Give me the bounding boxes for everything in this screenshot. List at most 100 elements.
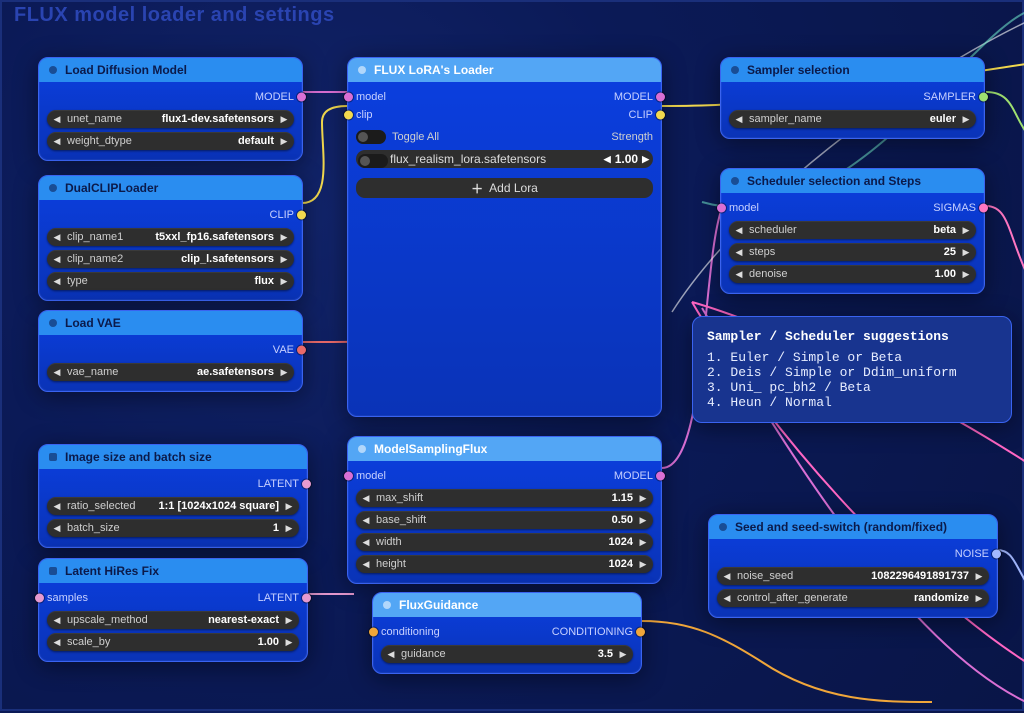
- field-denoise[interactable]: ◀ denoise 1.00 ▶: [729, 265, 976, 283]
- node-title[interactable]: Image size and batch size: [39, 445, 307, 469]
- collapse-icon[interactable]: [719, 523, 727, 531]
- input-clip-port[interactable]: [344, 111, 353, 120]
- chevron-right-icon[interactable]: ▶: [642, 154, 649, 165]
- node-title[interactable]: Scheduler selection and Steps: [721, 169, 984, 193]
- node-title[interactable]: Latent HiRes Fix: [39, 559, 307, 583]
- output-noise-port[interactable]: [992, 550, 1001, 559]
- node-title[interactable]: DualCLIPLoader: [39, 176, 302, 200]
- field-sampler-name[interactable]: ◀ sampler_name euler ▶: [729, 110, 976, 128]
- chevron-right-icon[interactable]: ▶: [635, 489, 651, 507]
- field-value[interactable]: flux: [90, 275, 276, 287]
- lora-item-strength-value[interactable]: 1.00: [615, 152, 638, 166]
- chevron-right-icon[interactable]: ▶: [635, 511, 651, 529]
- output-model-port[interactable]: [656, 93, 665, 102]
- chevron-left-icon[interactable]: ◀: [383, 645, 399, 663]
- collapse-icon[interactable]: [49, 66, 57, 74]
- chevron-left-icon[interactable]: ◀: [719, 589, 735, 607]
- node-note-sampler-suggestions[interactable]: Sampler / Scheduler suggestions 1. Euler…: [692, 316, 1012, 423]
- chevron-right-icon[interactable]: ▶: [635, 533, 651, 551]
- chevron-left-icon[interactable]: ◀: [49, 110, 65, 128]
- chevron-left-icon[interactable]: ◀: [49, 132, 65, 150]
- chevron-left-icon[interactable]: ◀: [731, 221, 747, 239]
- field-width[interactable]: ◀ width 1024 ▶: [356, 533, 653, 551]
- toggle-all[interactable]: [356, 130, 386, 144]
- field-value[interactable]: nearest-exact: [150, 614, 281, 626]
- chevron-right-icon[interactable]: ▶: [276, 250, 292, 268]
- chevron-right-icon[interactable]: ▶: [281, 611, 297, 629]
- output-conditioning-port[interactable]: [636, 628, 645, 637]
- field-noise-seed[interactable]: ◀ noise_seed 1082296491891737 ▶: [717, 567, 989, 585]
- output-latent-port[interactable]: [302, 480, 311, 489]
- collapse-icon[interactable]: [731, 177, 739, 185]
- collapse-icon[interactable]: [49, 184, 57, 192]
- chevron-left-icon[interactable]: ◀: [49, 519, 65, 537]
- chevron-right-icon[interactable]: ▶: [958, 221, 974, 239]
- node-dual-clip-loader[interactable]: DualCLIPLoader CLIP ◀ clip_name1 t5xxl_f…: [38, 175, 303, 301]
- field-value[interactable]: 25: [777, 246, 958, 258]
- lora-item[interactable]: flux_realism_lora.safetensors ◀ 1.00 ▶: [356, 150, 653, 168]
- field-value[interactable]: ae.safetensors: [120, 366, 276, 378]
- field-max-shift[interactable]: ◀ max_shift 1.15 ▶: [356, 489, 653, 507]
- node-title[interactable]: ModelSamplingFlux: [348, 437, 661, 461]
- field-base-shift[interactable]: ◀ base_shift 0.50 ▶: [356, 511, 653, 529]
- field-weight-dtype[interactable]: ◀ weight_dtype default ▶: [47, 132, 294, 150]
- chevron-left-icon[interactable]: ◀: [719, 567, 735, 585]
- chevron-left-icon[interactable]: ◀: [49, 250, 65, 268]
- output-model-port[interactable]: [297, 93, 306, 102]
- field-guidance[interactable]: ◀ guidance 3.5 ▶: [381, 645, 633, 663]
- output-clip-port[interactable]: [297, 211, 306, 220]
- output-model-port[interactable]: [656, 472, 665, 481]
- chevron-right-icon[interactable]: ▶: [281, 519, 297, 537]
- collapse-icon[interactable]: [49, 453, 57, 461]
- field-clip-name2[interactable]: ◀ clip_name2 clip_l.safetensors ▶: [47, 250, 294, 268]
- node-image-size[interactable]: Image size and batch size LATENT ◀ ratio…: [38, 444, 308, 548]
- field-value[interactable]: 3.5: [448, 648, 615, 660]
- collapse-icon[interactable]: [49, 319, 57, 327]
- output-vae-port[interactable]: [297, 346, 306, 355]
- field-value[interactable]: 1.00: [112, 636, 281, 648]
- chevron-left-icon[interactable]: ◀: [49, 363, 65, 381]
- field-value[interactable]: 1082296491891737: [795, 570, 971, 582]
- output-latent-port[interactable]: [302, 594, 311, 603]
- chevron-left-icon[interactable]: ◀: [49, 228, 65, 246]
- input-model-port[interactable]: [344, 93, 353, 102]
- input-conditioning-port[interactable]: [369, 628, 378, 637]
- field-value[interactable]: t5xxl_fp16.safetensors: [125, 231, 276, 243]
- chevron-left-icon[interactable]: ◀: [358, 533, 374, 551]
- chevron-left-icon[interactable]: ◀: [731, 243, 747, 261]
- chevron-right-icon[interactable]: ▶: [615, 645, 631, 663]
- node-title[interactable]: FLUX LoRA's Loader: [348, 58, 661, 82]
- lora-item-strength[interactable]: ◀ 1.00 ▶: [604, 152, 649, 166]
- collapse-icon[interactable]: [383, 601, 391, 609]
- chevron-right-icon[interactable]: ▶: [276, 110, 292, 128]
- field-value[interactable]: euler: [824, 113, 958, 125]
- node-title[interactable]: Seed and seed-switch (random/fixed): [709, 515, 997, 539]
- field-ratio-selected[interactable]: ◀ ratio_selected 1:1 [1024x1024 square] …: [47, 497, 299, 515]
- field-value[interactable]: 1:1 [1024x1024 square]: [138, 500, 282, 512]
- field-value[interactable]: beta: [799, 224, 958, 236]
- chevron-left-icon[interactable]: ◀: [49, 633, 65, 651]
- node-seed[interactable]: Seed and seed-switch (random/fixed) NOIS…: [708, 514, 998, 618]
- field-value[interactable]: 1024: [408, 558, 635, 570]
- node-model-sampling-flux[interactable]: ModelSamplingFlux model MODEL ◀ max_shif…: [347, 436, 662, 584]
- node-title[interactable]: FluxGuidance: [373, 593, 641, 617]
- chevron-left-icon[interactable]: ◀: [731, 265, 747, 283]
- node-flux-guidance[interactable]: FluxGuidance conditioning CONDITIONING ◀…: [372, 592, 642, 674]
- chevron-left-icon[interactable]: ◀: [358, 489, 374, 507]
- chevron-left-icon[interactable]: ◀: [49, 497, 65, 515]
- node-load-diffusion-model[interactable]: Load Diffusion Model MODEL ◀ unet_name f…: [38, 57, 303, 161]
- node-sampler-selection[interactable]: Sampler selection SAMPLER ◀ sampler_name…: [720, 57, 985, 139]
- input-samples-port[interactable]: [35, 594, 44, 603]
- field-scheduler[interactable]: ◀ scheduler beta ▶: [729, 221, 976, 239]
- chevron-left-icon[interactable]: ◀: [731, 110, 747, 128]
- field-value[interactable]: flux1-dev.safetensors: [124, 113, 276, 125]
- chevron-left-icon[interactable]: ◀: [49, 611, 65, 629]
- field-scale-by[interactable]: ◀ scale_by 1.00 ▶: [47, 633, 299, 651]
- field-value[interactable]: default: [134, 135, 276, 147]
- field-value[interactable]: 1: [122, 522, 281, 534]
- collapse-icon[interactable]: [358, 445, 366, 453]
- output-sampler-port[interactable]: [979, 93, 988, 102]
- lora-item-toggle[interactable]: [358, 154, 388, 168]
- chevron-right-icon[interactable]: ▶: [276, 363, 292, 381]
- node-title[interactable]: Load VAE: [39, 311, 302, 335]
